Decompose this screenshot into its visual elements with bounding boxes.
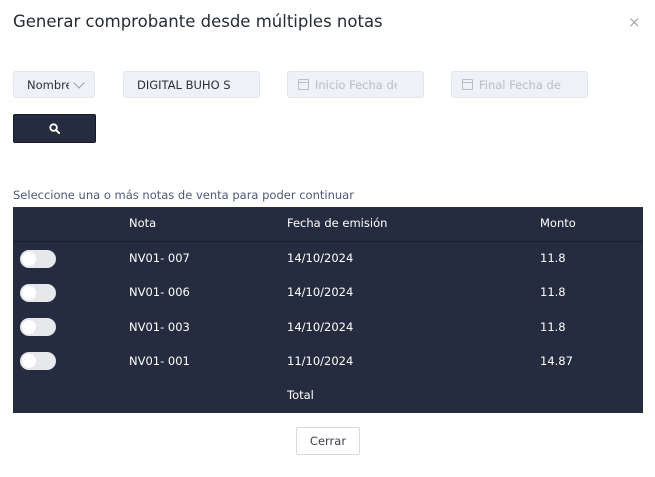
search-icon <box>49 123 60 134</box>
row-select-toggle[interactable] <box>20 250 56 268</box>
end-date-input[interactable]: Final Fecha de emisión <box>451 71 588 98</box>
column-header-fecha: Fecha de emisión <box>287 216 388 230</box>
total-label: Total <box>287 388 314 402</box>
row-nota: NV01- 001 <box>129 354 190 368</box>
column-header-monto: Monto <box>540 216 576 230</box>
search-button[interactable] <box>13 114 96 143</box>
client-input-value: DIGITAL BUHO S.A.C. <box>137 77 231 92</box>
selection-hint: Seleccione una o más notas de venta para… <box>13 188 354 202</box>
row-fecha: 14/10/2024 <box>287 285 354 299</box>
start-date-placeholder: Inicio Fecha de emisión <box>315 77 397 92</box>
row-select-toggle[interactable] <box>20 352 56 370</box>
row-fecha: 14/10/2024 <box>287 251 354 265</box>
close-icon[interactable]: × <box>628 13 641 31</box>
search-field-select-value: Nombre <box>27 77 69 92</box>
row-fecha: 14/10/2024 <box>287 320 354 334</box>
row-nota: NV01- 006 <box>129 285 190 299</box>
start-date-input[interactable]: Inicio Fecha de emisión <box>287 71 424 98</box>
client-input[interactable]: DIGITAL BUHO S.A.C. <box>123 71 260 98</box>
search-field-select[interactable]: Nombre <box>13 71 95 98</box>
notes-table: Nota Fecha de emisión Monto NV01- 007 14… <box>13 207 643 413</box>
column-header-nota: Nota <box>129 216 157 230</box>
calendar-icon <box>462 79 473 90</box>
row-monto: 11.8 <box>540 285 566 299</box>
calendar-icon <box>298 79 309 90</box>
row-monto: 11.8 <box>540 320 566 334</box>
chevron-down-icon <box>73 76 85 89</box>
row-monto: 14.87 <box>540 354 573 368</box>
row-nota: NV01- 007 <box>129 251 190 265</box>
end-date-placeholder: Final Fecha de emisión <box>479 77 561 92</box>
modal-title: Generar comprobante desde múltiples nota… <box>13 12 383 31</box>
close-button[interactable]: Cerrar <box>296 427 360 455</box>
row-select-toggle[interactable] <box>20 318 56 336</box>
table-header: Nota Fecha de emisión Monto <box>13 207 643 242</box>
row-nota: NV01- 003 <box>129 320 190 334</box>
row-select-toggle[interactable] <box>20 284 56 302</box>
row-monto: 11.8 <box>540 251 566 265</box>
row-fecha: 11/10/2024 <box>287 354 354 368</box>
